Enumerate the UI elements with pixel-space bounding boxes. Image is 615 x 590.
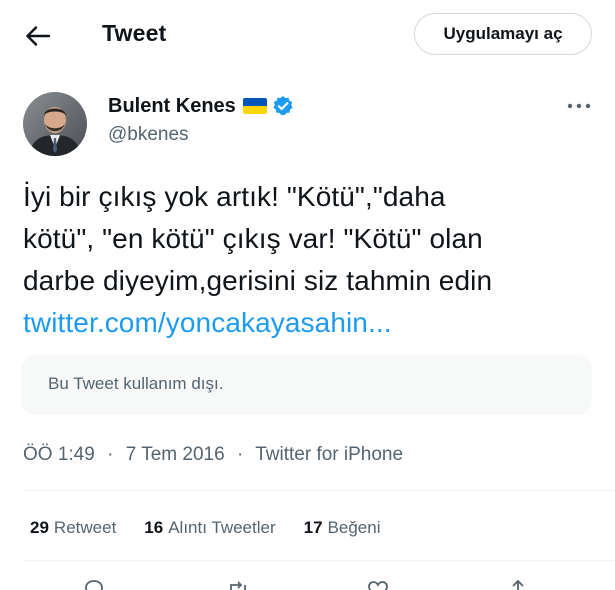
reply-button[interactable] bbox=[82, 578, 106, 590]
retweets-label: Retweet bbox=[53, 518, 117, 537]
more-options-icon bbox=[567, 103, 591, 109]
author-name[interactable]: Bulent Kenes bbox=[108, 95, 236, 118]
likes-count: 17 bbox=[303, 518, 323, 537]
quote-tweets-stat[interactable]: 16 Alıntı Tweetler bbox=[144, 518, 275, 538]
share-icon bbox=[512, 579, 524, 590]
likes-label: Beğeni bbox=[327, 518, 381, 537]
heart-icon bbox=[368, 581, 388, 590]
tweet-text-line: İyi bir çıkış yok artık! "Kötü","daha bbox=[23, 181, 446, 212]
arrow-left-icon bbox=[26, 26, 51, 46]
tweet-date[interactable]: 7 Tem 2016 bbox=[126, 444, 225, 465]
author-handle[interactable]: @bkenes bbox=[108, 124, 189, 146]
ukraine-flag-icon bbox=[242, 98, 267, 114]
author-name-row[interactable]: Bulent Kenes bbox=[108, 93, 294, 119]
quote-tweets-count: 16 bbox=[144, 518, 164, 537]
share-button[interactable] bbox=[506, 578, 530, 590]
tweet-time[interactable]: ÖÖ 1:49 bbox=[23, 444, 95, 465]
open-app-button[interactable]: Uygulamayı aç bbox=[414, 13, 592, 55]
tweet-meta: ÖÖ 1:49 · 7 Tem 2016 · Twitter for iPhon… bbox=[23, 444, 403, 466]
tweet-link[interactable]: twitter.com/yoncakayasahin... bbox=[23, 302, 603, 344]
meta-separator: · bbox=[236, 444, 244, 465]
verified-badge-icon bbox=[272, 95, 294, 117]
avatar-image bbox=[23, 92, 87, 156]
divider bbox=[23, 560, 615, 561]
like-button[interactable] bbox=[366, 578, 390, 590]
unavailable-quote-text: Bu Tweet kullanım dışı. bbox=[48, 374, 224, 393]
back-button[interactable] bbox=[20, 18, 56, 54]
unavailable-quote-box: Bu Tweet kullanım dışı. bbox=[21, 355, 592, 415]
likes-stat[interactable]: 17 Beğeni bbox=[304, 518, 381, 538]
avatar[interactable] bbox=[23, 92, 87, 156]
tweet-stats: 29 Retweet 16 Alıntı Tweetler 17 Beğeni bbox=[30, 518, 408, 538]
retweet-icon bbox=[230, 581, 246, 590]
retweet-button[interactable] bbox=[226, 578, 250, 590]
retweets-count: 29 bbox=[30, 518, 49, 537]
reply-icon bbox=[85, 580, 103, 590]
tweet-text: İyi bir çıkış yok artık! "Kötü","daha kö… bbox=[23, 176, 603, 344]
quote-tweets-label: Alıntı Tweetler bbox=[168, 518, 276, 537]
meta-separator: · bbox=[107, 444, 114, 465]
top-bar: Tweet Uygulamayı aç bbox=[0, 0, 615, 72]
retweets-stat[interactable]: 29 Retweet bbox=[30, 518, 116, 538]
divider bbox=[23, 490, 615, 491]
tweet-page: Tweet Uygulamayı aç Bulent Kenes @bkenes… bbox=[0, 0, 615, 590]
tweet-source[interactable]: Twitter for iPhone bbox=[255, 444, 403, 465]
tweet-text-line: darbe diyeyim,gerisini siz tahmin edin bbox=[23, 265, 493, 296]
tweet-text-line: kötü", "en kötü" çıkış var! "Kötü" olan bbox=[23, 223, 483, 254]
more-options-button[interactable] bbox=[564, 96, 594, 116]
page-title: Tweet bbox=[102, 20, 167, 46]
